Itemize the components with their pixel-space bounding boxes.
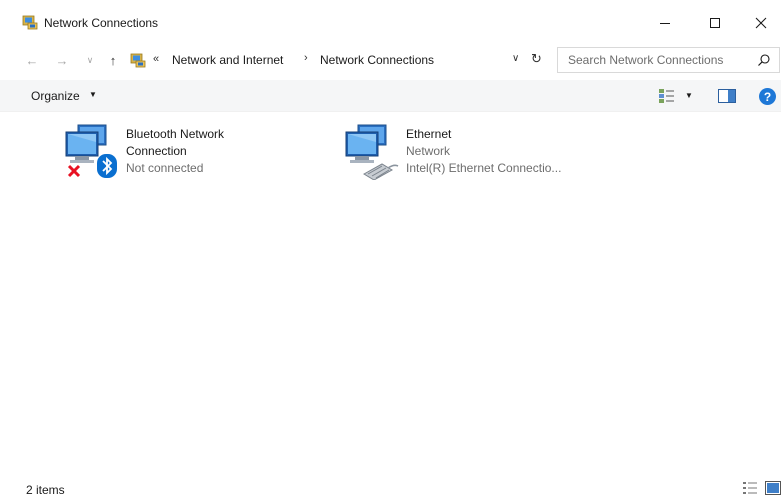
help-button[interactable]: ?	[759, 88, 776, 105]
address-bar[interactable]: « Network and Internet › Network Connect…	[127, 47, 550, 73]
ethernet-network-adapter-icon	[345, 124, 399, 180]
title-bar: Network Connections	[0, 0, 781, 46]
details-view-icon[interactable]	[742, 481, 758, 495]
network-connections-folder-icon	[22, 15, 38, 30]
connection-name: Ethernet	[406, 127, 452, 141]
organize-dropdown-icon[interactable]: ▼	[89, 90, 97, 99]
connection-item-ethernet[interactable]: Ethernet Network Intel(R) Ethernet Conne…	[342, 124, 602, 184]
bluetooth-network-adapter-icon	[65, 124, 117, 178]
breadcrumb-overflow-button[interactable]: «	[153, 53, 159, 65]
network-cable-icon	[363, 163, 399, 180]
minimize-button[interactable]	[642, 6, 688, 40]
connection-details: Bluetooth Network Connection Not connect…	[126, 126, 266, 177]
command-bar: Organize ▼ ▼ ?	[0, 80, 781, 112]
address-row: ← → ∨ ↑ « Network and Internet › Network…	[0, 46, 781, 74]
disconnected-x-icon	[67, 164, 81, 178]
view-dropdown-icon[interactable]: ▼	[685, 91, 693, 100]
address-dropdown-button[interactable]: ∨	[512, 53, 519, 64]
organize-button[interactable]: Organize	[31, 89, 80, 103]
change-view-icon[interactable]	[658, 88, 676, 104]
network-connections-folder-icon	[130, 53, 146, 68]
close-icon	[755, 17, 766, 29]
connection-details: Ethernet Network Intel(R) Ethernet Conne…	[406, 126, 561, 177]
item-count: 2 items	[26, 483, 65, 497]
minimize-icon	[660, 23, 670, 24]
search-box[interactable]	[557, 47, 780, 73]
search-icon[interactable]	[757, 53, 771, 67]
status-bar: 2 items	[0, 478, 781, 498]
breadcrumb-network-connections[interactable]: Network Connections	[320, 53, 434, 67]
back-button[interactable]: ←	[22, 50, 42, 70]
bluetooth-icon	[97, 154, 117, 178]
connection-name: Bluetooth Network Connection	[126, 127, 225, 158]
large-icons-view-icon[interactable]	[765, 481, 781, 495]
maximize-button[interactable]	[692, 6, 738, 40]
connection-status: Network	[406, 144, 451, 158]
connection-item-bluetooth[interactable]: Bluetooth Network Connection Not connect…	[62, 124, 282, 184]
connection-device: Intel(R) Ethernet Connectio...	[406, 161, 562, 175]
breadcrumb-network-and-internet[interactable]: Network and Internet	[172, 53, 283, 67]
refresh-button[interactable]: ↻	[531, 51, 542, 67]
preview-pane-icon[interactable]	[718, 89, 736, 103]
search-input[interactable]	[568, 53, 748, 67]
close-button[interactable]	[740, 6, 781, 40]
recent-locations-button[interactable]: ∨	[80, 50, 100, 70]
up-button[interactable]: ↑	[103, 50, 123, 70]
forward-button[interactable]: →	[52, 50, 72, 70]
maximize-icon	[710, 18, 720, 28]
window-title: Network Connections	[44, 16, 159, 30]
breadcrumb-separator[interactable]: ›	[304, 52, 308, 64]
connection-status: Not connected	[126, 161, 204, 175]
